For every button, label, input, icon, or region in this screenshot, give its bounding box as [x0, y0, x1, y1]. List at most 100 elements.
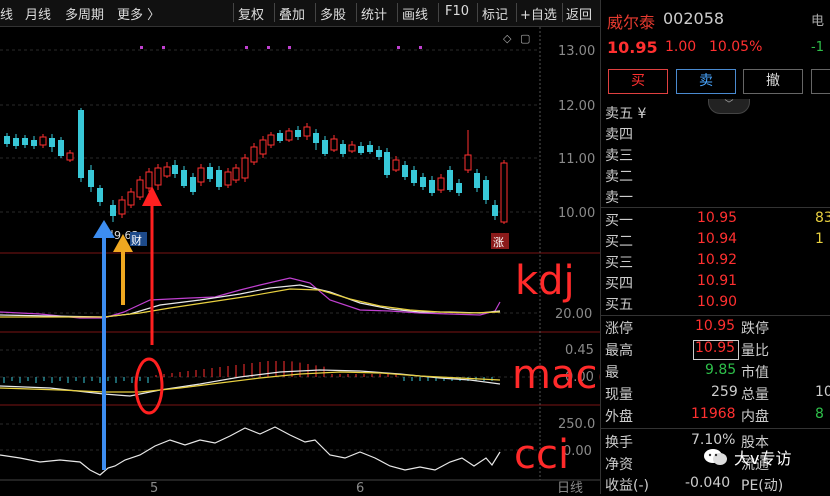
sell-level-3: 卖三 — [605, 148, 633, 164]
sell-level-2: 卖二 — [605, 169, 633, 185]
stock-name: 威尔泰 — [607, 13, 656, 32]
candle-body — [322, 140, 328, 154]
kline-chart[interactable]: 13.00 12.00 11.00 10.00 20.00 0.45 0.00 … — [0, 27, 600, 494]
toolbar-item-adjust[interactable]: 复权 — [238, 4, 264, 23]
candle-body — [340, 144, 346, 154]
buy-level-2: 买二 10.94 1 — [605, 231, 824, 250]
candle-body — [31, 140, 37, 146]
x-tick: 5 — [150, 481, 158, 494]
macd-dif-line — [0, 369, 501, 397]
candle-body — [285, 130, 293, 141]
candle-body — [474, 173, 480, 188]
kdj-tick: 20.00 — [555, 307, 592, 322]
candle-body — [110, 205, 116, 216]
candle-body — [250, 146, 258, 163]
toolbar-item-draw[interactable]: 画线 — [402, 4, 428, 23]
candle-body — [181, 170, 187, 186]
candle-body — [13, 138, 19, 146]
candle-body — [207, 167, 213, 179]
candle-body — [420, 177, 426, 187]
candle-body — [447, 170, 453, 190]
price-tick: 13.00 — [558, 44, 595, 59]
more-button[interactable] — [811, 69, 830, 94]
candle-body — [154, 167, 162, 186]
toolbar-item-more[interactable]: 更多 〉 — [117, 4, 160, 23]
finance-badge[interactable]: 财 — [131, 233, 142, 247]
candle-body — [267, 134, 275, 146]
toolbar-item-add-watchlist[interactable]: +自选 — [520, 4, 557, 23]
current-price: 10.95 — [607, 38, 658, 57]
wechat-icon — [704, 449, 727, 465]
kdj-k-line — [0, 284, 501, 318]
buy-button[interactable]: 买 — [608, 69, 668, 94]
watermark-text: 大v专访 — [734, 449, 792, 468]
candle-body — [216, 170, 222, 187]
sell-level-1: 卖一 — [605, 190, 633, 206]
red-arrow — [142, 186, 162, 345]
toolbar-item-overlay[interactable]: 叠加 — [279, 4, 305, 23]
candle-body — [4, 136, 10, 144]
candle-body — [492, 205, 498, 216]
stock-code: 002058 — [663, 9, 725, 28]
candle-body — [232, 167, 240, 181]
candle-body — [97, 188, 103, 202]
toolbar-item-back[interactable]: 返回 — [566, 4, 592, 23]
candle-body — [295, 130, 301, 137]
toolbar-item-stats[interactable]: 统计 — [361, 4, 387, 23]
blue-arrow — [93, 220, 115, 470]
candle-body — [483, 180, 489, 200]
macd-dea-line — [0, 371, 501, 393]
expand-icon[interactable]: ▢ — [520, 32, 530, 45]
buy-level-3: 买三 10.92 — [605, 252, 738, 271]
price-change: 1.00 — [665, 39, 697, 55]
toolbar-item-monthly[interactable]: 月线 — [25, 4, 51, 23]
candle-body — [197, 167, 205, 183]
candle-body — [384, 152, 390, 175]
candle-body — [402, 165, 408, 177]
candle-body — [437, 177, 445, 191]
toolbar-item-multi-period[interactable]: 多周期 — [65, 4, 104, 23]
candle-body — [330, 138, 338, 151]
price-tick: 12.00 — [558, 99, 595, 114]
cci-annotation: cci — [514, 432, 570, 478]
stats-row-limit: 涨停 10.95 跌停 — [605, 318, 769, 337]
toolbar-item-line[interactable]: 线 — [0, 4, 13, 23]
right-cut-label: 电 — [811, 14, 825, 29]
candle-body — [392, 159, 400, 171]
right-cut-value: -1 — [811, 40, 824, 55]
cancel-order-button[interactable]: 撤 — [743, 69, 803, 94]
sell-level-4: 卖四 — [605, 127, 633, 143]
candle-body — [163, 166, 171, 177]
candle-body — [224, 171, 232, 186]
candle-body — [500, 162, 508, 223]
price-change-pct: 10.05% — [709, 39, 763, 55]
signal-dots — [140, 46, 422, 49]
buy-level-4: 买四 10.91 — [605, 273, 738, 292]
candle-body — [145, 171, 153, 189]
candle-body — [172, 165, 178, 174]
candle-body — [127, 191, 135, 206]
kdj-annotation: kdj — [515, 258, 575, 304]
candle-body — [241, 157, 249, 179]
candle-body — [136, 179, 144, 198]
diamond-icon[interactable]: ◇ — [503, 32, 512, 45]
candle-body — [39, 136, 47, 146]
sell-button[interactable]: 卖 — [676, 69, 736, 94]
candle-body — [313, 133, 319, 143]
quote-panel: 威尔泰 002058 电 10.95 1.00 10.05% -1 买 卖 撤 … — [600, 0, 830, 494]
x-tick: 6 — [356, 481, 364, 494]
price-tick: 11.00 — [558, 152, 595, 167]
candle-body — [348, 144, 356, 152]
candle-body — [88, 170, 94, 187]
toolbar-item-multi-stock[interactable]: 多股 — [320, 4, 346, 23]
stats-row-low: 最 9.85 市值 — [605, 362, 769, 381]
sell-level-5: 卖五 ¥ — [605, 106, 647, 122]
candle-body — [376, 150, 382, 157]
toolbar-item-f10[interactable]: F10 — [445, 4, 469, 19]
candle-body — [259, 139, 267, 155]
candle-body — [66, 152, 74, 161]
candle-body — [367, 145, 373, 152]
toolbar-item-mark[interactable]: 标记 — [482, 4, 508, 23]
candle-body — [303, 126, 311, 137]
buy-level-1: 买一 10.95 83 — [605, 210, 830, 229]
